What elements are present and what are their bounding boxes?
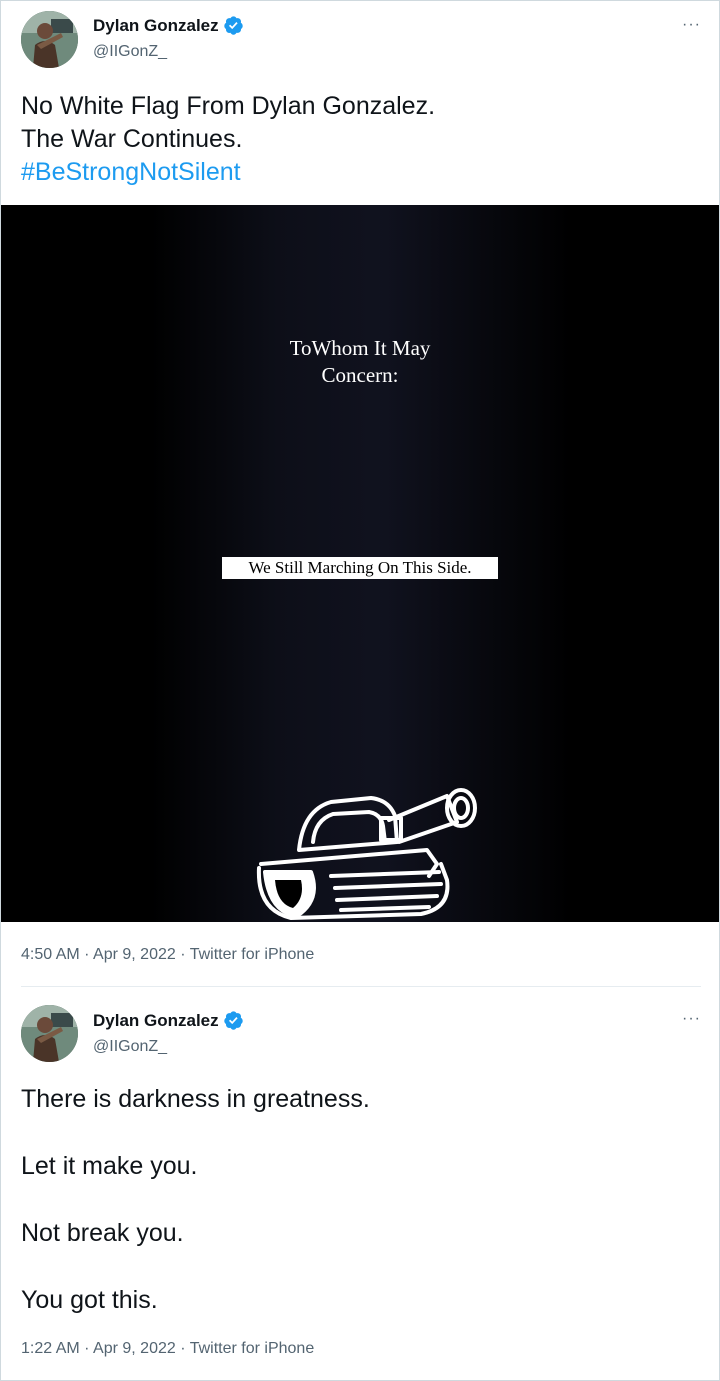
verified-badge-icon: [223, 16, 243, 35]
tweet-text-line: Not break you.: [21, 1219, 184, 1247]
tweet-timestamp[interactable]: 4:50 AM · Apr 9, 2022 · Twitter for iPho…: [21, 946, 314, 964]
tweet-text-line: Let it make you.: [21, 1152, 198, 1180]
tweet-2[interactable]: Dylan Gonzalez @IIGonZ_ ··· There is dar…: [1, 988, 719, 1380]
avatar-photo-icon: [21, 1005, 78, 1062]
tweet-source[interactable]: Twitter for iPhone: [190, 1340, 315, 1357]
tweet-text-line: There is darkness in greatness.: [21, 1085, 370, 1113]
meta-separator: ·: [175, 946, 190, 963]
tweet-text: There is darkness in greatness. Let it m…: [21, 1083, 370, 1351]
avatar-photo-icon: [21, 11, 78, 68]
author-handle[interactable]: @IIGonZ_: [93, 43, 167, 61]
letter-line: Concern:: [321, 363, 399, 387]
tweet-media-image[interactable]: ToWhom It May Concern: We Still Marching…: [1, 205, 719, 922]
media-letter-heading: ToWhom It May Concern:: [1, 335, 719, 389]
verified-badge-icon: [223, 1011, 243, 1030]
media-banner-text: We Still Marching On This Side.: [222, 557, 498, 579]
tweet-text: No White Flag From Dylan Gonzalez. The W…: [21, 90, 435, 189]
tweet-text-line: The War Continues.: [21, 125, 243, 153]
avatar[interactable]: [21, 1005, 78, 1062]
more-options-icon[interactable]: ···: [682, 17, 701, 33]
avatar[interactable]: [21, 11, 78, 68]
author-handle[interactable]: @IIGonZ_: [93, 1038, 167, 1056]
tweet-timestamp[interactable]: 1:22 AM · Apr 9, 2022 · Twitter for iPho…: [21, 1340, 314, 1358]
tweet-date[interactable]: Apr 9, 2022: [93, 946, 176, 963]
screenshot-frame: Dylan Gonzalez @IIGonZ_ ··· No White Fla…: [0, 0, 720, 1381]
tweet-time[interactable]: 1:22 AM: [21, 1340, 80, 1357]
meta-separator: ·: [79, 1340, 94, 1357]
tweet-text-line: No White Flag From Dylan Gonzalez.: [21, 92, 436, 120]
more-options-icon[interactable]: ···: [682, 1011, 701, 1027]
tweet-1[interactable]: Dylan Gonzalez @IIGonZ_ ··· No White Fla…: [1, 1, 719, 986]
tweet-source[interactable]: Twitter for iPhone: [190, 946, 315, 963]
hashtag-link[interactable]: #BeStrongNotSilent: [21, 156, 435, 189]
author-name-row[interactable]: Dylan Gonzalez: [93, 1010, 244, 1031]
display-name[interactable]: Dylan Gonzalez: [93, 16, 219, 36]
tweet-text-line: You got this.: [21, 1286, 158, 1314]
tweet-divider: [21, 986, 701, 987]
letter-line: ToWhom It May: [289, 336, 431, 360]
tank-drawing-icon: [256, 788, 477, 920]
author-name-row[interactable]: Dylan Gonzalez: [93, 15, 244, 36]
display-name[interactable]: Dylan Gonzalez: [93, 1011, 219, 1031]
meta-separator: ·: [79, 946, 94, 963]
tweet-date[interactable]: Apr 9, 2022: [93, 1340, 176, 1357]
meta-separator: ·: [175, 1340, 190, 1357]
tweet-time[interactable]: 4:50 AM: [21, 946, 80, 963]
